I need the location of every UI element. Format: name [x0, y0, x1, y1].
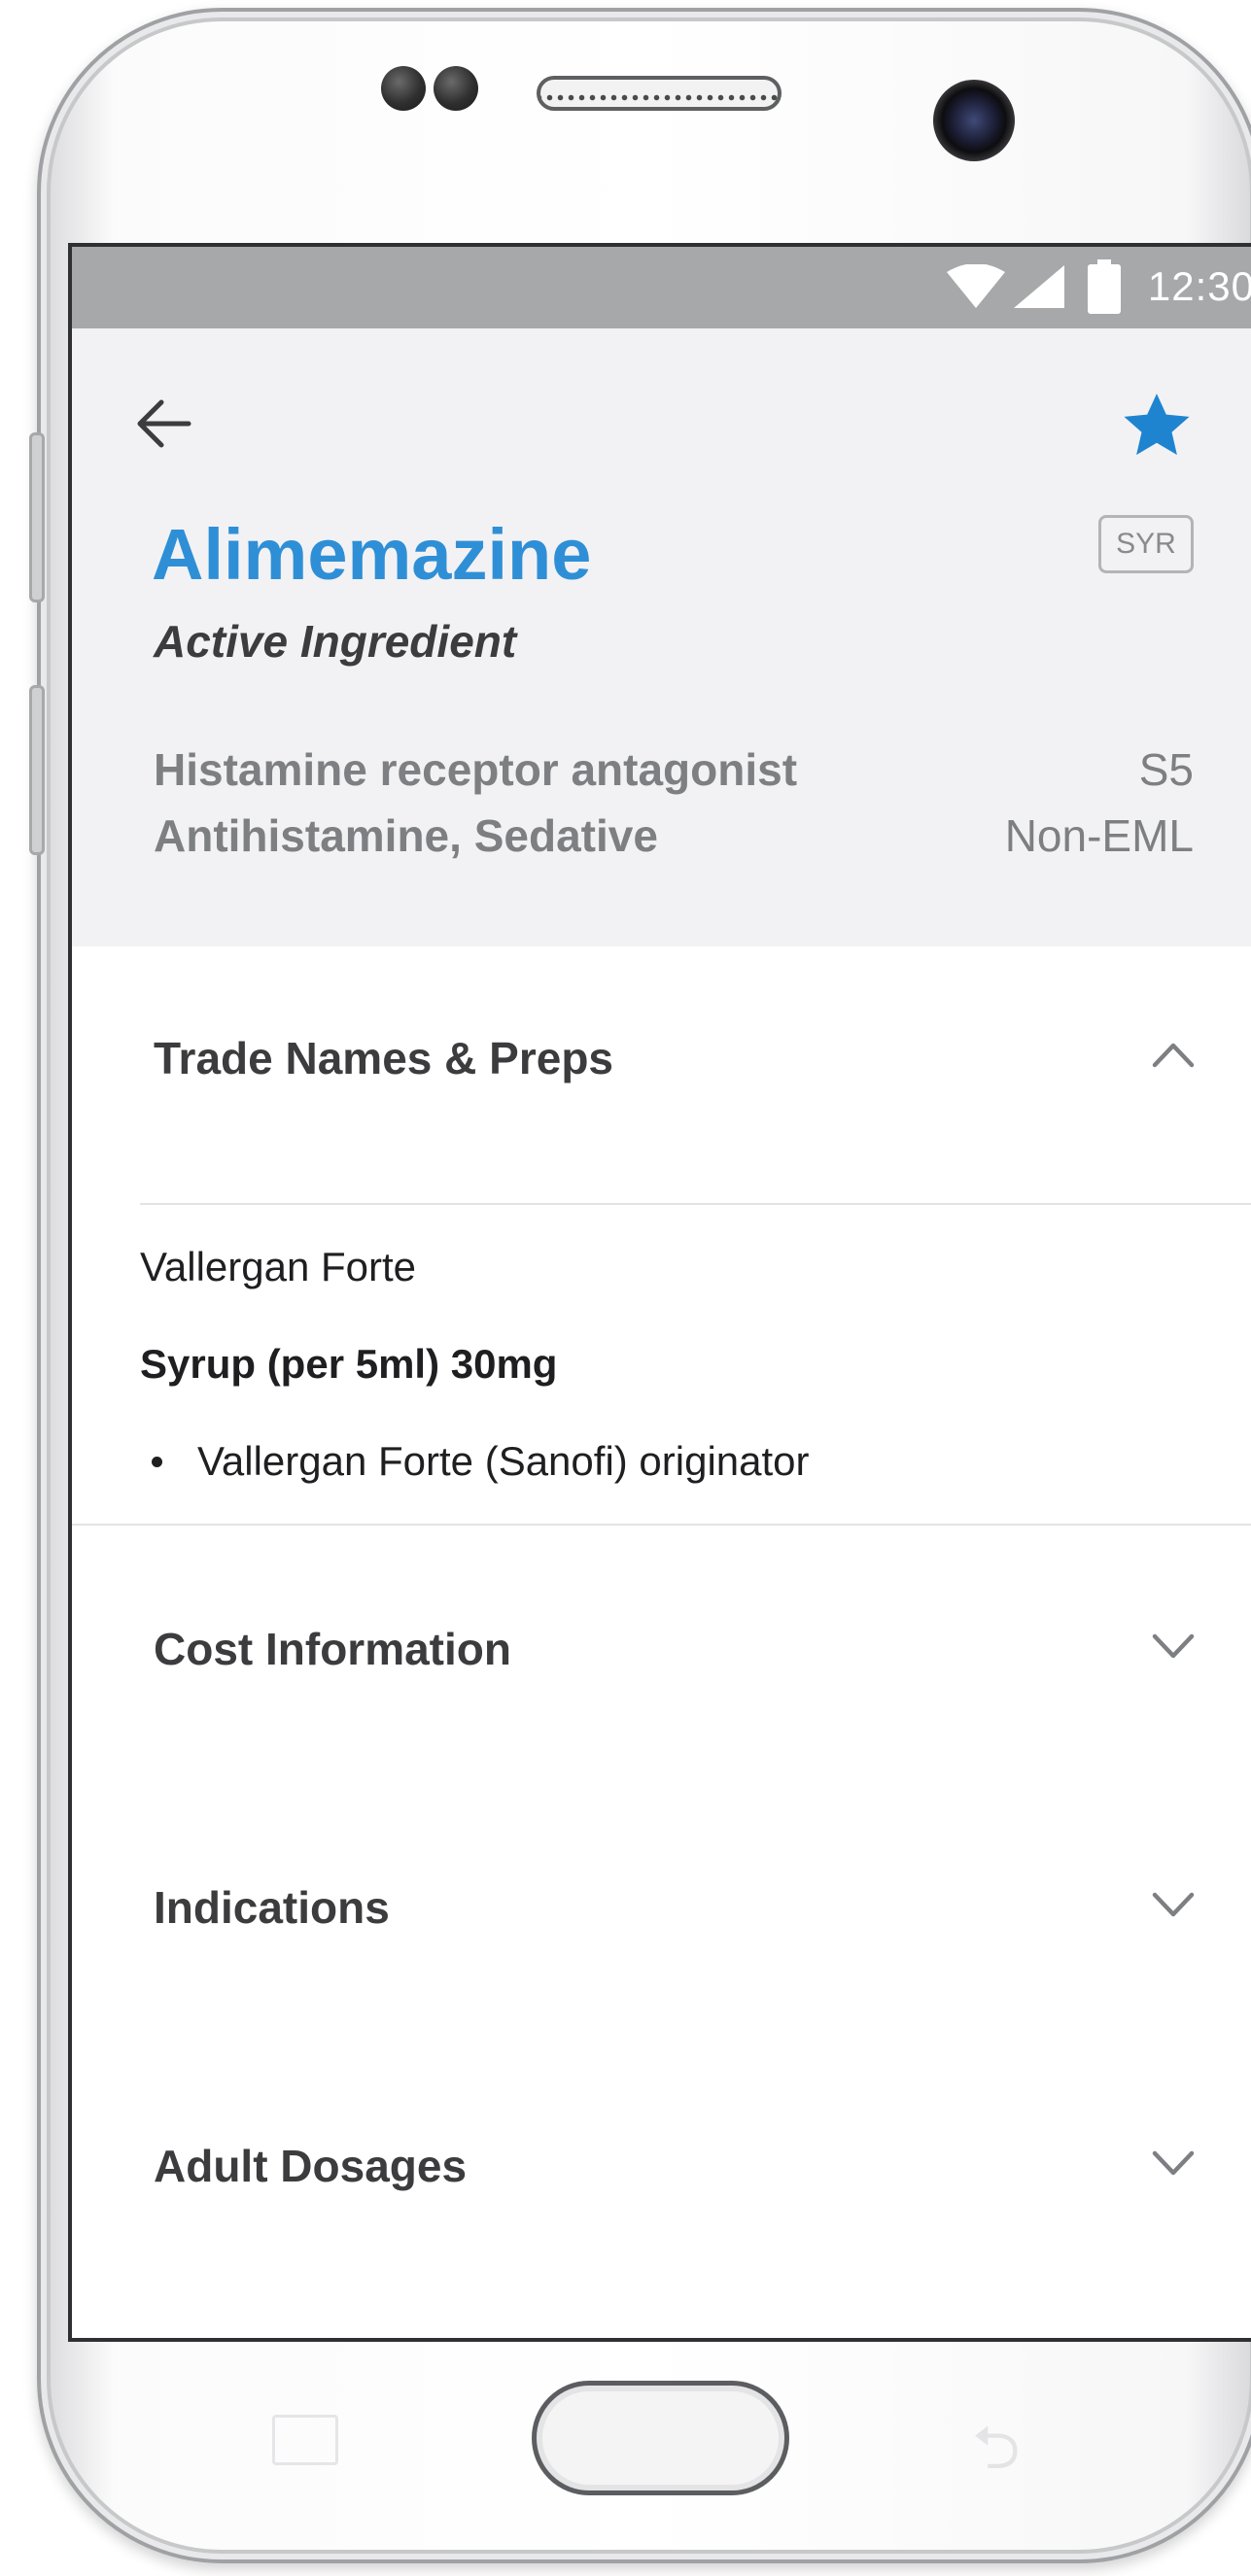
schedule-label: S5	[1138, 744, 1194, 795]
drug-class-secondary: Antihistamine, Sedative	[154, 810, 658, 861]
section-cost-information[interactable]: Cost Information	[72, 1526, 1251, 1784]
status-time: 12:30	[1147, 263, 1251, 309]
section-title: Indications	[154, 1882, 390, 1933]
home-button[interactable]	[532, 2381, 789, 2495]
section-title: Cost Information	[154, 1624, 511, 1674]
signal-icon	[1013, 265, 1064, 308]
phone-screen: 12:30 Alimemazine SYR Active Ingredient …	[68, 243, 1251, 2342]
chevron-down-icon[interactable]	[1151, 1891, 1196, 1920]
chevron-down-icon[interactable]	[1151, 1632, 1196, 1662]
list-item: Vallergan Forte (Sanofi) originator	[152, 1438, 810, 1485]
wifi-icon	[946, 264, 1005, 308]
section-indications[interactable]: Indications	[72, 1784, 1251, 2043]
earpiece-speaker	[537, 76, 782, 111]
category-row: Antihistamine, Sedative Non-EML	[154, 809, 1194, 862]
back-arrow-icon[interactable]	[134, 396, 192, 451]
section-title: Adult Dosages	[154, 2141, 468, 2191]
list-item-text: Vallergan Forte (Sanofi) originator	[197, 1438, 810, 1484]
drug-details: Trade Names & Preps Vallergan Forte Syru…	[72, 946, 1251, 2301]
section-trade-names[interactable]: Trade Names & Preps	[140, 946, 1251, 1205]
preparation: Syrup (per 5ml) 30mg	[140, 1341, 558, 1387]
back-key-icon: ⮌	[972, 2412, 1021, 2483]
section-title: Trade Names & Preps	[154, 1033, 614, 1083]
star-icon[interactable]	[1120, 391, 1194, 463]
section-adult-dosages[interactable]: Adult Dosages	[72, 2043, 1251, 2301]
proximity-sensor	[381, 66, 426, 111]
drug-type: Active Ingredient	[154, 616, 517, 667]
volume-down-button	[29, 685, 45, 855]
trade-names-content: Vallergan Forte Syrup (per 5ml) 30mg Val…	[72, 1205, 1251, 1526]
drug-class-primary: Histamine receptor antagonist	[154, 744, 798, 795]
chevron-up-icon[interactable]	[1151, 1040, 1196, 1069]
front-camera	[933, 80, 1015, 161]
chevron-down-icon[interactable]	[1151, 2149, 1196, 2179]
volume-up-button	[29, 432, 45, 602]
status-icons: 12:30	[946, 259, 1251, 314]
eml-status: Non-EML	[1004, 810, 1194, 861]
trade-name: Vallergan Forte	[140, 1244, 417, 1289]
bullet-icon	[152, 1456, 162, 1467]
drug-header: Alimemazine SYR Active Ingredient Histam…	[72, 328, 1251, 946]
classification-row: Histamine receptor antagonist S5	[154, 743, 1194, 796]
status-bar: 12:30	[72, 247, 1251, 328]
battery-icon	[1087, 259, 1121, 314]
recent-apps-key	[272, 2415, 338, 2465]
light-sensor	[434, 66, 478, 111]
form-badge: SYR	[1098, 515, 1194, 573]
drug-name: Alimemazine	[152, 514, 592, 595]
